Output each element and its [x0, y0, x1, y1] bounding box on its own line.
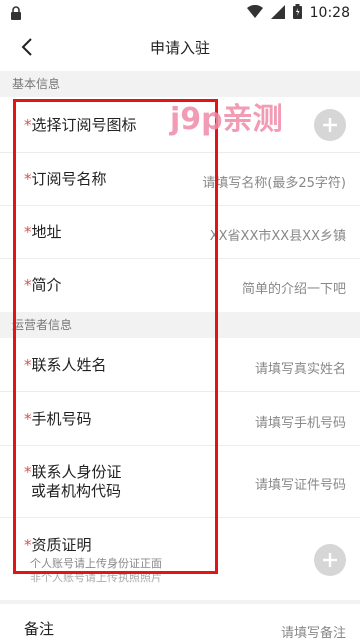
qualification-hint-organization: 非个人账号请上传执照照片	[30, 571, 162, 584]
wifi-icon	[246, 4, 263, 23]
watermark: j9p亲测	[170, 102, 283, 137]
upload-qualification-button[interactable]	[314, 544, 346, 576]
signal-icon	[270, 4, 285, 23]
intro-label: *简介	[24, 276, 62, 294]
address-row[interactable]: *地址 XX省XX市XX县XX乡镇	[0, 206, 360, 259]
remark-label: 备注	[24, 620, 55, 638]
subscription-name-input[interactable]: 请填写名称(最多25字符)	[202, 172, 346, 191]
intro-input[interactable]: 简单的介绍一下吧	[242, 278, 346, 297]
lock-icon	[10, 5, 24, 20]
address-label: *地址	[24, 223, 62, 241]
id-code-input[interactable]: 请填写证件号码	[255, 474, 346, 493]
intro-row[interactable]: *简介 简单的介绍一下吧	[0, 259, 360, 312]
plus-icon	[323, 553, 337, 567]
contact-name-label: *联系人姓名	[24, 356, 107, 374]
contact-name-input[interactable]: 请填写真实姓名	[255, 358, 346, 377]
select-icon-label: *选择订阅号图标	[24, 116, 137, 134]
section-header-operator: 运营者信息	[0, 312, 360, 338]
id-code-label: *联系人身份证 或者机构代码	[24, 463, 122, 500]
id-code-row[interactable]: *联系人身份证 或者机构代码 请填写证件号码	[0, 446, 360, 518]
qualification-label: *资质证明	[24, 536, 92, 554]
plus-icon	[323, 118, 337, 132]
add-icon-button[interactable]	[314, 109, 346, 141]
status-time: 10:28	[309, 5, 350, 21]
phone-label: *手机号码	[24, 410, 92, 428]
contact-name-row[interactable]: *联系人姓名 请填写真实姓名	[0, 338, 360, 392]
qualification-hint-personal: 个人账号请上传身份证正面	[30, 557, 162, 570]
address-input[interactable]: XX省XX市XX县XX乡镇	[210, 225, 346, 244]
page-title: 申请入驻	[149, 39, 210, 57]
status-bar: 10:28	[0, 0, 360, 26]
qualification-row[interactable]: *资质证明 个人账号请上传身份证正面 非个人账号请上传执照照片	[0, 518, 360, 600]
nav-bar: 申请入驻	[0, 26, 360, 68]
remark-row[interactable]: 备注 请填写备注	[0, 604, 360, 640]
phone-row[interactable]: *手机号码 请填写手机号码	[0, 392, 360, 446]
remark-input[interactable]: 请填写备注	[281, 622, 346, 640]
subscription-name-label: *订阅号名称	[24, 170, 107, 188]
subscription-name-row[interactable]: *订阅号名称 请填写名称(最多25字符)	[0, 153, 360, 206]
phone-input[interactable]: 请填写手机号码	[255, 412, 346, 431]
battery-icon	[292, 3, 302, 23]
